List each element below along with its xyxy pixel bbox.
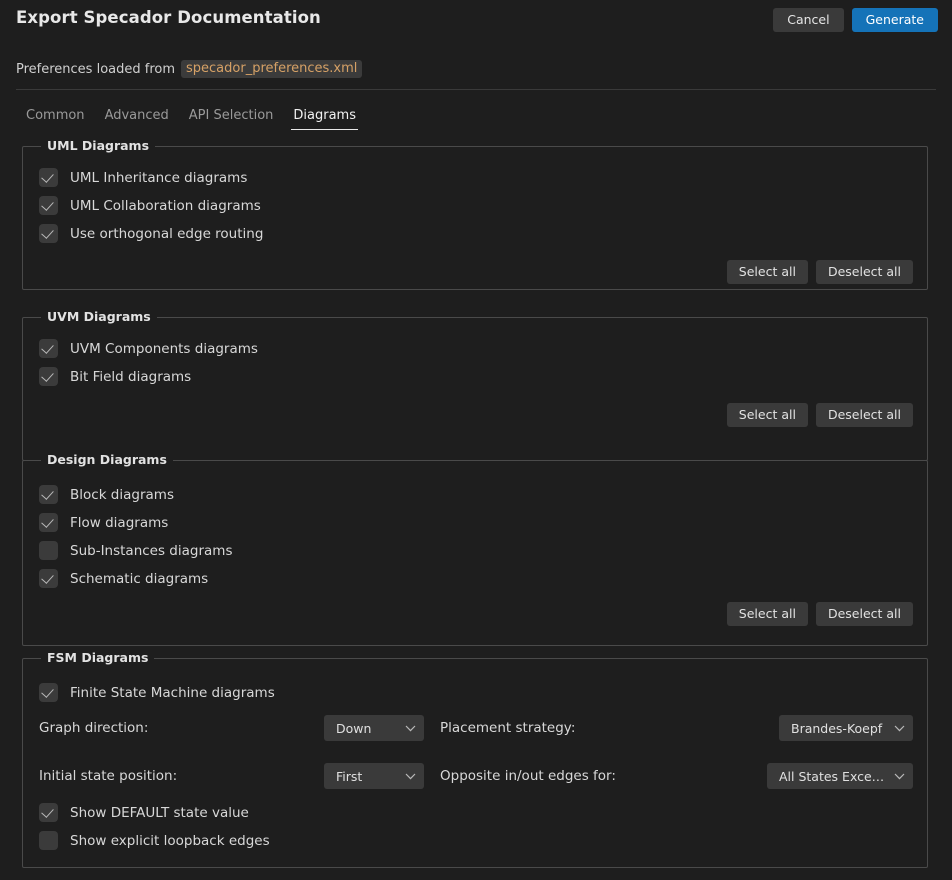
chevron-down-icon — [894, 773, 905, 780]
uml-deselect-all-button[interactable]: Deselect all — [816, 260, 913, 284]
checkbox-show-default-state-value[interactable]: Show DEFAULT state value — [39, 803, 249, 822]
header-divider — [16, 89, 936, 90]
initial-state-position-value: First — [336, 769, 399, 784]
checkbox-finite-state-machine-diagrams[interactable]: Finite State Machine diagrams — [39, 683, 275, 702]
checkbox-checked-icon — [39, 803, 58, 822]
opposite-edges-value: All States Exce… — [779, 769, 888, 784]
checkbox-label: UML Inheritance diagrams — [70, 170, 247, 186]
placement-strategy-value: Brandes-Koepf — [791, 721, 888, 736]
checkbox-unchecked-icon — [39, 541, 58, 560]
checkbox-checked-icon — [39, 224, 58, 243]
checkbox-schematic-diagrams[interactable]: Schematic diagrams — [39, 569, 208, 588]
checkbox-unchecked-icon — [39, 831, 58, 850]
checkbox-uvm-components-diagrams[interactable]: UVM Components diagrams — [39, 339, 258, 358]
initial-state-position-dropdown[interactable]: First — [324, 763, 424, 789]
checkbox-block-diagrams[interactable]: Block diagrams — [39, 485, 174, 504]
placement-strategy-label: Placement strategy: — [440, 720, 575, 736]
uvm-select-buttons: Select all Deselect all — [727, 403, 913, 427]
tab-bar: Common Advanced API Selection Diagrams — [16, 104, 366, 130]
tab-diagrams[interactable]: Diagrams — [283, 104, 366, 130]
uvm-diagrams-group: UVM Diagrams UVM Components diagrams Bit… — [22, 317, 928, 461]
design-diagrams-group-title: Design Diagrams — [41, 452, 173, 467]
fsm-diagrams-group: FSM Diagrams Finite State Machine diagra… — [22, 658, 928, 868]
design-select-buttons: Select all Deselect all — [727, 602, 913, 626]
preferences-file-badge: specador_preferences.xml — [181, 60, 362, 78]
uml-select-all-button[interactable]: Select all — [727, 260, 808, 284]
checkbox-sub-instances-diagrams[interactable]: Sub-Instances diagrams — [39, 541, 232, 560]
tab-common[interactable]: Common — [16, 104, 95, 130]
opposite-edges-label: Opposite in/out edges for: — [440, 768, 616, 784]
header-button-group: Cancel Generate — [773, 8, 938, 32]
checkbox-checked-icon — [39, 683, 58, 702]
tab-advanced[interactable]: Advanced — [95, 104, 179, 130]
checkbox-label: Schematic diagrams — [70, 571, 208, 587]
fsm-diagrams-group-title: FSM Diagrams — [41, 650, 154, 665]
checkbox-label: Sub-Instances diagrams — [70, 543, 232, 559]
chevron-down-icon — [405, 725, 416, 732]
uml-diagrams-group: UML Diagrams UML Inheritance diagrams UM… — [22, 146, 928, 290]
initial-state-position-label: Initial state position: — [39, 768, 177, 784]
checkbox-label: Flow diagrams — [70, 515, 168, 531]
checkbox-checked-icon — [39, 485, 58, 504]
checkbox-use-orthogonal-edge-routing[interactable]: Use orthogonal edge routing — [39, 224, 263, 243]
chevron-down-icon — [405, 773, 416, 780]
placement-strategy-dropdown[interactable]: Brandes-Koepf — [779, 715, 913, 741]
checkbox-checked-icon — [39, 196, 58, 215]
graph-direction-value: Down — [336, 721, 399, 736]
checkbox-checked-icon — [39, 513, 58, 532]
opposite-edges-dropdown[interactable]: All States Exce… — [767, 763, 913, 789]
checkbox-checked-icon — [39, 367, 58, 386]
checkbox-label: Finite State Machine diagrams — [70, 685, 275, 701]
checkbox-label: UML Collaboration diagrams — [70, 198, 261, 214]
checkbox-uml-collaboration-diagrams[interactable]: UML Collaboration diagrams — [39, 196, 261, 215]
checkbox-show-explicit-loopback-edges[interactable]: Show explicit loopback edges — [39, 831, 270, 850]
checkbox-uml-inheritance-diagrams[interactable]: UML Inheritance diagrams — [39, 168, 247, 187]
cancel-button[interactable]: Cancel — [773, 8, 843, 32]
design-diagrams-group: Design Diagrams Block diagrams Flow diag… — [22, 460, 928, 646]
graph-direction-dropdown[interactable]: Down — [324, 715, 424, 741]
checkbox-label: Bit Field diagrams — [70, 369, 191, 385]
checkbox-label: UVM Components diagrams — [70, 341, 258, 357]
checkbox-bit-field-diagrams[interactable]: Bit Field diagrams — [39, 367, 191, 386]
design-select-all-button[interactable]: Select all — [727, 602, 808, 626]
checkbox-label: Block diagrams — [70, 487, 174, 503]
checkbox-label: Use orthogonal edge routing — [70, 226, 263, 242]
uvm-select-all-button[interactable]: Select all — [727, 403, 808, 427]
graph-direction-label: Graph direction: — [39, 720, 148, 736]
design-deselect-all-button[interactable]: Deselect all — [816, 602, 913, 626]
page-title: Export Specador Documentation — [16, 8, 321, 27]
preferences-label: Preferences loaded from — [16, 62, 175, 77]
preferences-status: Preferences loaded from specador_prefere… — [16, 60, 362, 78]
uvm-deselect-all-button[interactable]: Deselect all — [816, 403, 913, 427]
checkbox-checked-icon — [39, 168, 58, 187]
checkbox-label: Show DEFAULT state value — [70, 805, 249, 821]
uml-diagrams-group-title: UML Diagrams — [41, 138, 155, 153]
checkbox-checked-icon — [39, 339, 58, 358]
checkbox-flow-diagrams[interactable]: Flow diagrams — [39, 513, 168, 532]
generate-button[interactable]: Generate — [852, 8, 938, 32]
tab-api-selection[interactable]: API Selection — [179, 104, 284, 130]
checkbox-checked-icon — [39, 569, 58, 588]
checkbox-label: Show explicit loopback edges — [70, 833, 270, 849]
uml-select-buttons: Select all Deselect all — [727, 260, 913, 284]
uvm-diagrams-group-title: UVM Diagrams — [41, 309, 157, 324]
chevron-down-icon — [894, 725, 905, 732]
dialog-header: Export Specador Documentation Cancel Gen… — [0, 0, 952, 46]
